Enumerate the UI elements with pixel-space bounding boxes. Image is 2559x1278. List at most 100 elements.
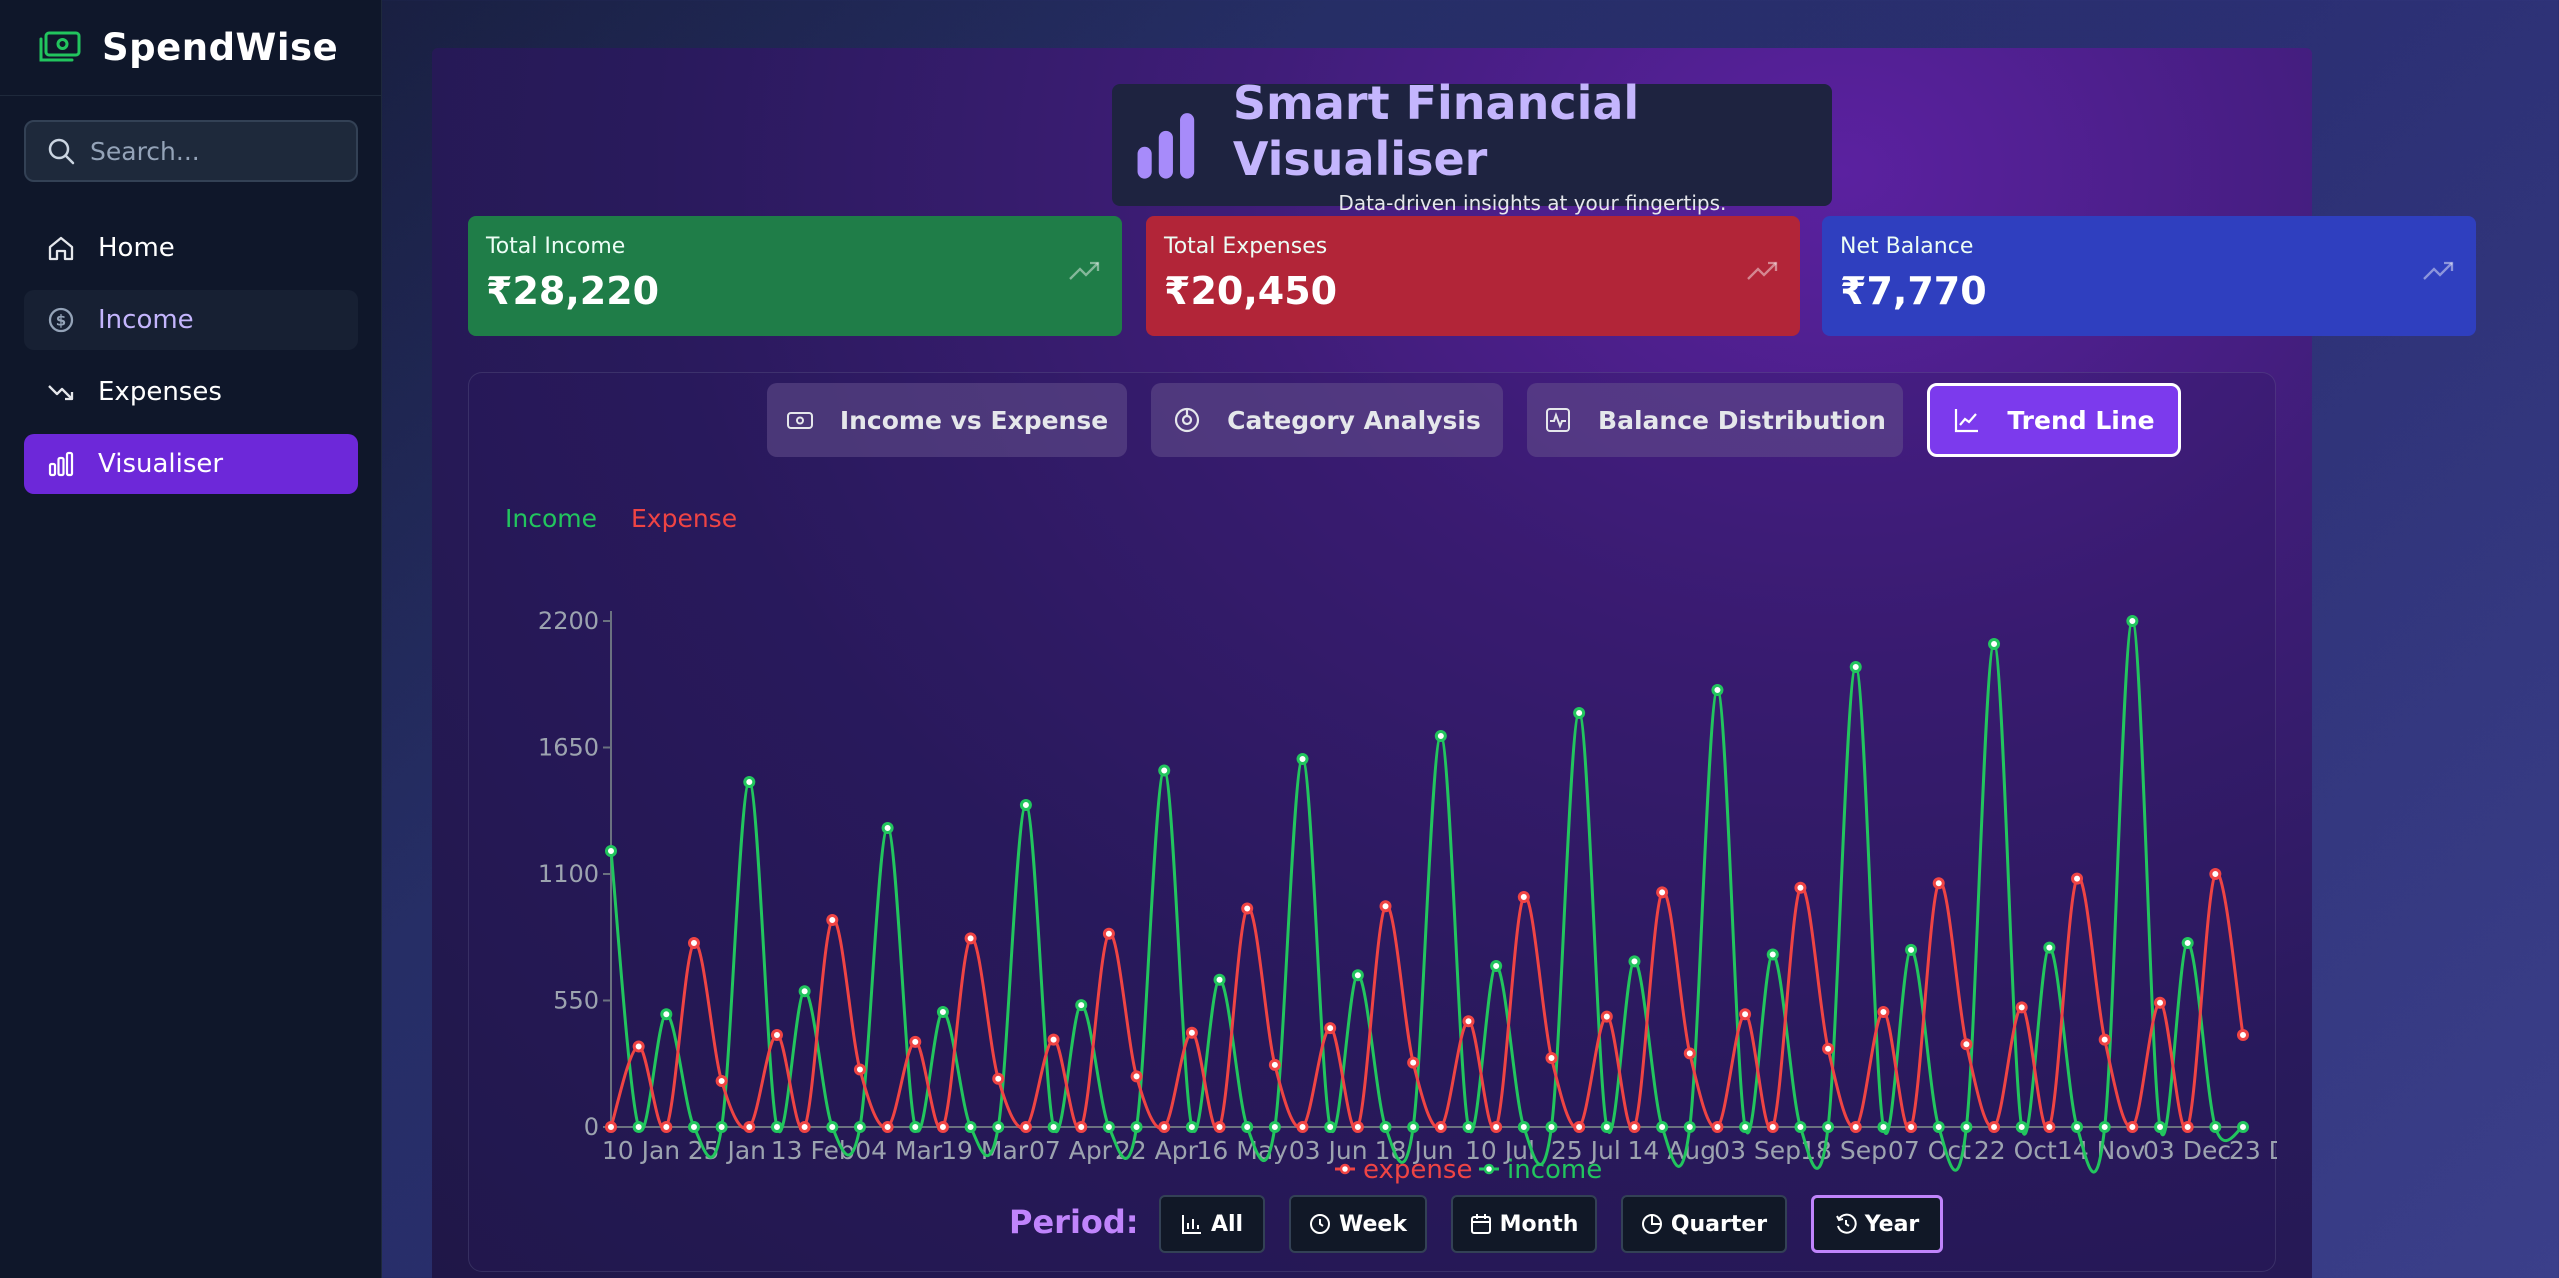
expense-point bbox=[1075, 1121, 1088, 1133]
period-label: Period: bbox=[1009, 1203, 1139, 1241]
expense-point bbox=[1849, 1121, 1862, 1133]
expense-point bbox=[2209, 868, 2222, 880]
expense-point bbox=[798, 1121, 811, 1133]
income-point bbox=[1517, 1121, 1530, 1133]
sidebar-item-income[interactable]: $ Income bbox=[24, 290, 358, 350]
net-balance-card: Net Balance ₹7,770 bbox=[1822, 216, 2476, 336]
expense-point bbox=[2126, 1121, 2139, 1133]
stat-label: Total Expenses bbox=[1164, 234, 1328, 259]
legend-income-marker bbox=[1483, 1163, 1495, 1175]
income-point bbox=[1324, 1121, 1337, 1133]
stat-value: ₹20,450 bbox=[1164, 269, 1338, 313]
x-tick-label: 04 Mar bbox=[855, 1136, 943, 1165]
trend-line-chart[interactable]: Income Expense055011001650220010 Jan 25 Ja… bbox=[469, 373, 2277, 1193]
income-point bbox=[1545, 1121, 1558, 1133]
income-point bbox=[1102, 1121, 1115, 1133]
expense-point bbox=[2098, 1033, 2111, 1046]
search-input[interactable] bbox=[90, 136, 350, 166]
period-week-button[interactable]: Week bbox=[1289, 1195, 1427, 1253]
income-point bbox=[1075, 999, 1088, 1012]
expense-point bbox=[1711, 1121, 1724, 1133]
income-point bbox=[1822, 1121, 1835, 1133]
income-point bbox=[1656, 1121, 1669, 1133]
expense-point bbox=[2181, 1121, 2194, 1133]
brand[interactable]: SpendWise bbox=[0, 0, 381, 96]
legend-income-label: income bbox=[1507, 1155, 1602, 1185]
home-icon bbox=[48, 236, 74, 261]
income-point bbox=[1407, 1121, 1420, 1133]
expense-point bbox=[1877, 1006, 1890, 1018]
income-point bbox=[1932, 1121, 1945, 1133]
period-option-label: All bbox=[1210, 1211, 1244, 1237]
calendar-icon bbox=[1470, 1214, 1491, 1234]
expense-point bbox=[853, 1063, 866, 1076]
clock-icon bbox=[1310, 1214, 1331, 1234]
income-point bbox=[1047, 1121, 1060, 1133]
search-icon bbox=[48, 138, 75, 165]
income-point bbox=[992, 1121, 1005, 1133]
x-tick-label: 19 Mar bbox=[941, 1136, 1029, 1165]
income-point bbox=[1434, 730, 1447, 742]
period-month-button[interactable]: Month bbox=[1451, 1195, 1597, 1253]
sidebar-item-expenses[interactable]: Expenses bbox=[24, 362, 358, 422]
bar-chart-icon bbox=[1181, 1215, 1201, 1234]
income-point bbox=[2043, 941, 2056, 954]
legend-expense: Expense bbox=[631, 504, 737, 533]
expense-point bbox=[632, 1040, 645, 1053]
search-box[interactable] bbox=[24, 120, 358, 182]
legend-expense-marker bbox=[1339, 1163, 1351, 1175]
total-expenses-card: Total Expenses ₹20,450 bbox=[1146, 216, 1800, 336]
expense-point bbox=[1628, 1121, 1641, 1133]
period-year-button[interactable]: Year bbox=[1811, 1195, 1943, 1253]
expense-point bbox=[2237, 1029, 2249, 1041]
trending-down-icon bbox=[48, 385, 74, 401]
period-all-button[interactable]: All bbox=[1159, 1195, 1265, 1253]
expense-point bbox=[770, 1029, 783, 1041]
x-tick-label: 07 Oct bbox=[1888, 1136, 1971, 1165]
expense-point bbox=[1462, 1015, 1475, 1028]
income-point bbox=[1766, 948, 1779, 961]
expense-point bbox=[1490, 1121, 1503, 1133]
expense-point bbox=[1905, 1121, 1918, 1133]
sidebar: SpendWise Home $ Income Expe bbox=[0, 0, 382, 1278]
bar-chart-icon bbox=[48, 451, 74, 477]
y-tick-label: 2200 bbox=[538, 607, 599, 635]
expense-point bbox=[605, 1121, 617, 1133]
income-point bbox=[1490, 960, 1503, 972]
expense-point bbox=[1158, 1121, 1171, 1133]
income-point bbox=[909, 1121, 922, 1133]
expense-point bbox=[992, 1072, 1005, 1085]
income-point bbox=[1130, 1121, 1143, 1133]
income-point bbox=[2181, 937, 2194, 949]
expense-point bbox=[2043, 1121, 2056, 1133]
brand-name: SpendWise bbox=[102, 26, 339, 69]
x-tick-label: 07 Apr bbox=[1029, 1136, 1113, 1165]
expense-point bbox=[1960, 1038, 1973, 1051]
main-panel: Smart Financial Visualiser Data-driven i… bbox=[432, 48, 2476, 1278]
expense-point bbox=[1130, 1070, 1143, 1083]
expense-point bbox=[660, 1121, 673, 1133]
pie-chart-icon bbox=[1641, 1214, 1662, 1234]
sidebar-item-home[interactable]: Home bbox=[24, 218, 358, 278]
x-tick-label: 23 Dec bbox=[2229, 1136, 2277, 1165]
banknote-icon bbox=[39, 31, 81, 61]
expense-point bbox=[2071, 872, 2084, 885]
expense-point bbox=[2015, 1001, 2028, 1014]
sidebar-item-visualiser[interactable]: Visualiser bbox=[24, 434, 358, 494]
period-quarter-button[interactable]: Quarter bbox=[1621, 1195, 1787, 1253]
page-header: Smart Financial Visualiser Data-driven i… bbox=[1112, 76, 1832, 215]
income-point bbox=[660, 1008, 673, 1021]
income-point bbox=[1573, 707, 1586, 719]
income-point bbox=[1849, 661, 1862, 673]
expense-point bbox=[1379, 900, 1392, 913]
income-point bbox=[853, 1121, 866, 1133]
income-point bbox=[770, 1121, 783, 1133]
expense-point bbox=[1047, 1033, 1060, 1046]
x-tick-label: 10 Jan bbox=[602, 1136, 680, 1165]
expense-point bbox=[1213, 1121, 1226, 1133]
income-point bbox=[1877, 1121, 1890, 1133]
bar-chart-icon bbox=[1137, 113, 1195, 179]
income-point bbox=[1600, 1121, 1613, 1133]
trending-up-icon bbox=[1069, 261, 1100, 280]
income-point bbox=[1988, 638, 2001, 650]
